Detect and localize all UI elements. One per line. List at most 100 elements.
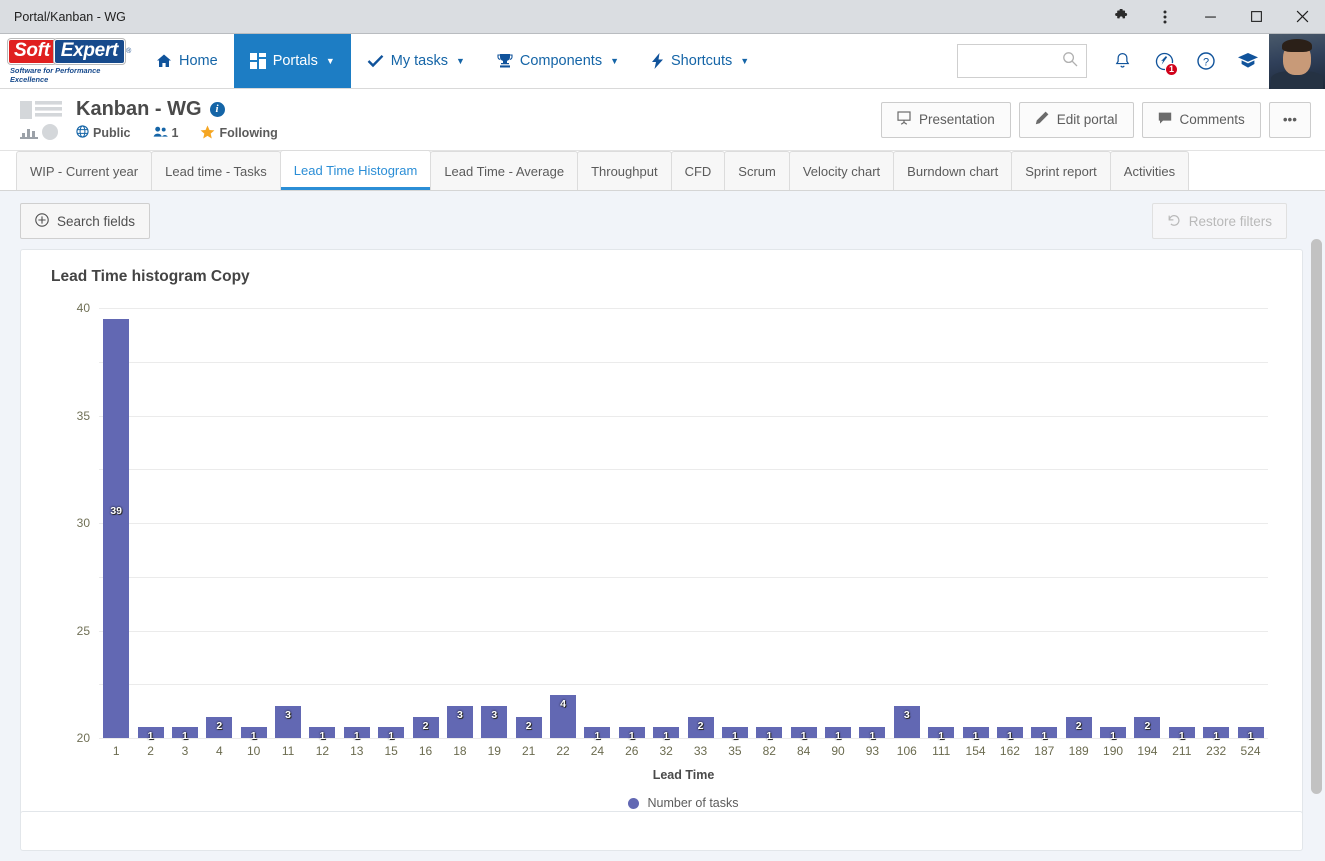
chart-bar[interactable]: 3: [275, 705, 302, 738]
chart-bar-column[interactable]: 1: [787, 308, 821, 742]
chart-bar-column[interactable]: 2: [1130, 308, 1164, 738]
chart-bar-column[interactable]: 1: [615, 308, 649, 742]
chart-bar[interactable]: 1: [825, 727, 852, 742]
avatar[interactable]: [1269, 33, 1325, 89]
chart-bar[interactable]: 2: [412, 716, 439, 738]
chart-bar-column[interactable]: 2: [512, 308, 546, 738]
chart-bar[interactable]: 1: [790, 727, 817, 742]
tab-scrum[interactable]: Scrum: [724, 151, 790, 190]
kebab-menu-icon[interactable]: [1143, 0, 1187, 33]
chart-bar-column[interactable]: 1: [958, 308, 992, 742]
chart-bar-column[interactable]: 3: [890, 308, 924, 738]
tab-activities[interactable]: Activities: [1109, 151, 1190, 190]
nav-item-portals[interactable]: Portals ▼: [233, 34, 351, 88]
chart-bar[interactable]: 1: [137, 727, 164, 742]
maximize-icon[interactable]: [1233, 0, 1279, 33]
chart-bar[interactable]: 1: [1100, 727, 1127, 742]
search-fields-button[interactable]: Search fields: [20, 203, 151, 239]
tab-lead-time-tasks[interactable]: Lead time - Tasks: [151, 151, 281, 190]
chart-bar-column[interactable]: 1: [580, 308, 614, 742]
chart-bar-column[interactable]: 1: [1165, 308, 1199, 742]
chart-bar-column[interactable]: 1: [718, 308, 752, 742]
chart-bar[interactable]: 39: [103, 318, 130, 738]
restore-filters-button[interactable]: Restore filters: [1151, 203, 1287, 239]
chart-bar[interactable]: 1: [1168, 727, 1195, 742]
comments-button[interactable]: Comments: [1141, 101, 1261, 138]
chart-bar-column[interactable]: 1: [1233, 308, 1267, 742]
chart-bar[interactable]: 2: [1134, 716, 1161, 738]
chart-bar-column[interactable]: 1: [752, 308, 786, 742]
tab-burndown-chart[interactable]: Burndown chart: [893, 151, 1013, 190]
chart-bar[interactable]: 1: [721, 727, 748, 742]
chart-bar-column[interactable]: 1: [374, 308, 408, 742]
tab-velocity-chart[interactable]: Velocity chart: [788, 151, 895, 190]
chart-bar-column[interactable]: 1: [237, 308, 271, 742]
chart-bar[interactable]: 1: [859, 727, 886, 742]
presentation-button[interactable]: Presentation: [880, 101, 1011, 138]
tab-sprint-report[interactable]: Sprint report: [1011, 151, 1111, 190]
chart-bar-column[interactable]: 1: [305, 308, 339, 742]
search-input[interactable]: [966, 53, 1062, 69]
chart-bar-column[interactable]: 3: [271, 308, 305, 738]
puzzle-icon[interactable]: [1099, 0, 1143, 33]
tab-wip-current-year[interactable]: WIP - Current year: [16, 151, 153, 190]
following-badge[interactable]: Following: [200, 124, 278, 142]
chart-bar[interactable]: 1: [928, 727, 955, 742]
help-icon[interactable]: ?: [1185, 34, 1227, 89]
tab-lead-time-average[interactable]: Lead Time - Average: [430, 151, 579, 190]
chart-bar[interactable]: 1: [171, 727, 198, 742]
chart-bar-column[interactable]: 2: [1062, 308, 1096, 738]
chart-bar[interactable]: 1: [618, 727, 645, 742]
chart-bar-column[interactable]: 1: [649, 308, 683, 742]
chart-bar-column[interactable]: 1: [168, 308, 202, 742]
nav-item-home[interactable]: Home: [140, 34, 234, 88]
chart-bar-column[interactable]: 1: [924, 308, 958, 742]
chart-bar-column[interactable]: 2: [202, 308, 236, 738]
chart-bar[interactable]: 2: [206, 716, 233, 738]
nav-item-my-tasks[interactable]: My tasks ▼: [351, 34, 481, 88]
chart-bar[interactable]: 1: [1031, 727, 1058, 742]
minimize-icon[interactable]: [1187, 0, 1233, 33]
chart-bar[interactable]: 3: [446, 705, 473, 738]
chart-bar[interactable]: 1: [1237, 727, 1264, 742]
chart-bar[interactable]: 1: [343, 727, 370, 742]
chart-bar-column[interactable]: 1: [855, 308, 889, 742]
chart-bar-column[interactable]: 1: [993, 308, 1027, 742]
chart-bar-column[interactable]: 4: [546, 308, 580, 738]
chart-bar-column[interactable]: 3: [443, 308, 477, 738]
softexpert-logo[interactable]: Soft Expert ® Software for Performance E…: [0, 34, 140, 88]
chart-bar-column[interactable]: 1: [821, 308, 855, 742]
scrollbar-thumb[interactable]: [1311, 239, 1322, 794]
chart-bar-column[interactable]: 1: [340, 308, 374, 742]
chart-bar[interactable]: 1: [240, 727, 267, 742]
chart-bar-column[interactable]: 3: [477, 308, 511, 738]
more-options-button[interactable]: •••: [1268, 101, 1311, 138]
chart-bar[interactable]: 1: [309, 727, 336, 742]
chart-bar-column[interactable]: 1: [1096, 308, 1130, 742]
chart-bar[interactable]: 1: [653, 727, 680, 742]
tab-lead-time-histogram[interactable]: Lead Time Histogram: [279, 150, 432, 190]
chart-bar-column[interactable]: 2: [408, 308, 442, 738]
nav-item-shortcuts[interactable]: Shortcuts ▼: [635, 34, 765, 88]
chart-bar[interactable]: 1: [962, 727, 989, 742]
chart-bar-column[interactable]: 1: [133, 308, 167, 742]
bell-icon[interactable]: [1101, 34, 1143, 89]
search-icon[interactable]: [1062, 51, 1078, 72]
chart-bar[interactable]: 2: [687, 716, 714, 738]
chart-bar-column[interactable]: 1: [1027, 308, 1061, 742]
chart-bar[interactable]: 2: [1065, 716, 1092, 738]
chart-bar[interactable]: 1: [756, 727, 783, 742]
vertical-scrollbar[interactable]: [1311, 239, 1322, 794]
edit-portal-button[interactable]: Edit portal: [1018, 101, 1134, 138]
academy-icon[interactable]: [1227, 34, 1269, 89]
chart-bar[interactable]: 2: [515, 716, 542, 738]
chart-bar-column[interactable]: 39: [99, 308, 133, 738]
chart-bar-column[interactable]: 2: [683, 308, 717, 738]
close-icon[interactable]: [1279, 0, 1325, 33]
chart-bar-column[interactable]: 1: [1199, 308, 1233, 742]
chart-bar[interactable]: 1: [1203, 727, 1230, 742]
tab-throughput[interactable]: Throughput: [577, 151, 672, 190]
chart-bar[interactable]: 1: [378, 727, 405, 742]
nav-item-components[interactable]: Components ▼: [481, 34, 635, 88]
chart-bar[interactable]: 1: [996, 727, 1023, 742]
